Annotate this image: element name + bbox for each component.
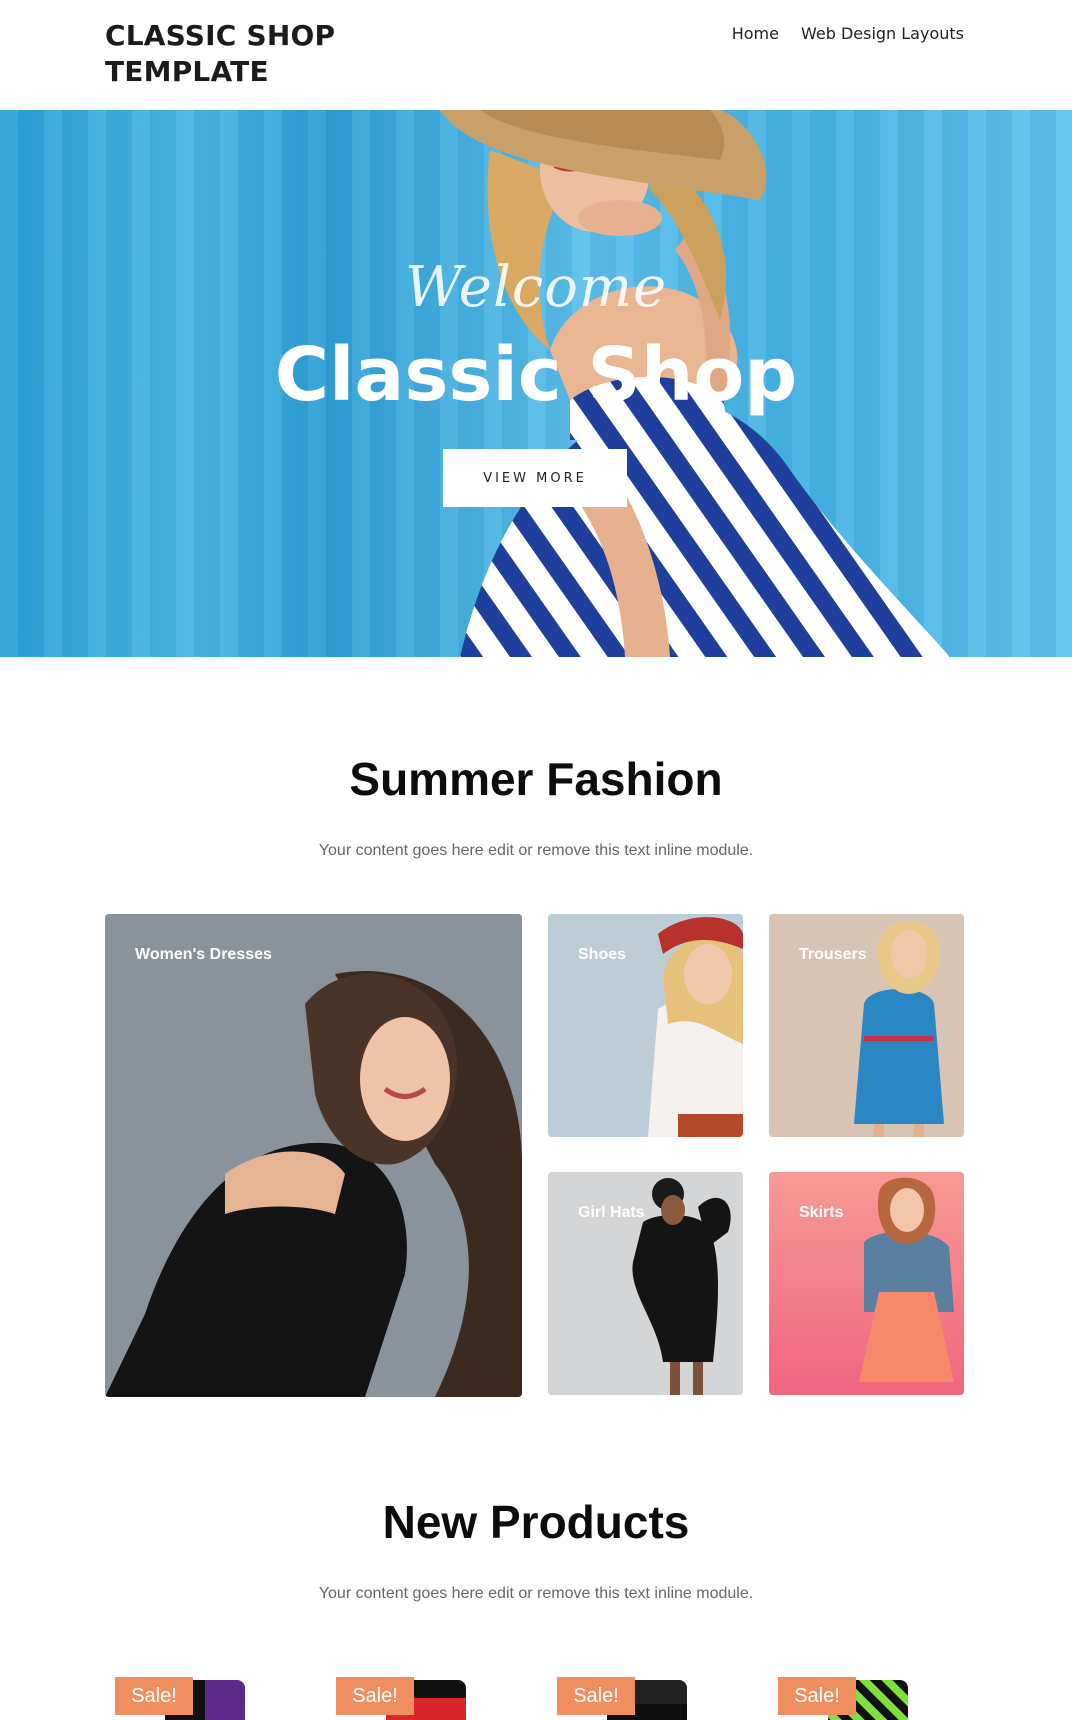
summer-fashion-subtitle: Your content goes here edit or remove th… xyxy=(318,842,754,859)
sale-badge: Sale! xyxy=(778,1677,856,1715)
category-card-girl-hats[interactable]: Girl Hats xyxy=(548,1172,743,1395)
new-products-title: New Products xyxy=(382,1496,690,1548)
sale-badge: Sale! xyxy=(336,1677,414,1715)
product-card[interactable]: Sale! xyxy=(547,1668,747,1720)
sale-badge: Sale! xyxy=(115,1677,193,1715)
category-card-shoes[interactable]: Shoes xyxy=(548,914,743,1137)
category-card-womens-dresses[interactable]: Women's Dresses xyxy=(105,914,522,1397)
category-card-skirts[interactable]: Skirts xyxy=(769,1172,964,1395)
hero-welcome-text: Welcome xyxy=(404,255,668,320)
site-logo[interactable]: CLASSIC SHOP TEMPLATE xyxy=(105,18,365,90)
hero-title: Classic Shop xyxy=(274,332,798,418)
category-label: Women's Dresses xyxy=(135,946,272,963)
nav-home[interactable]: Home xyxy=(732,24,779,43)
hero-banner: Welcome Classic Shop VIEW MORE xyxy=(0,110,1072,657)
sale-badge: Sale! xyxy=(557,1677,635,1715)
category-card-trousers[interactable]: Trousers xyxy=(769,914,964,1137)
site-header: CLASSIC SHOP TEMPLATE Home Web Design La… xyxy=(0,0,1072,110)
product-card[interactable]: Sale! xyxy=(105,1668,305,1720)
category-label: Shoes xyxy=(578,946,627,963)
nav-web-design-layouts[interactable]: Web Design Layouts xyxy=(801,24,964,43)
womens-dresses-image xyxy=(105,914,522,1397)
main-nav: Home Web Design Layouts xyxy=(732,24,964,43)
product-card[interactable]: Sale! xyxy=(326,1668,526,1720)
category-label: Skirts xyxy=(799,1204,844,1221)
summer-fashion-title: Summer Fashion xyxy=(349,753,723,805)
new-products-subtitle: Your content goes here edit or remove th… xyxy=(318,1585,754,1602)
view-more-button[interactable]: VIEW MORE xyxy=(443,449,627,507)
category-label: Girl Hats xyxy=(578,1204,645,1221)
product-card[interactable]: Sale! xyxy=(768,1668,968,1720)
category-label: Trousers xyxy=(799,946,867,963)
